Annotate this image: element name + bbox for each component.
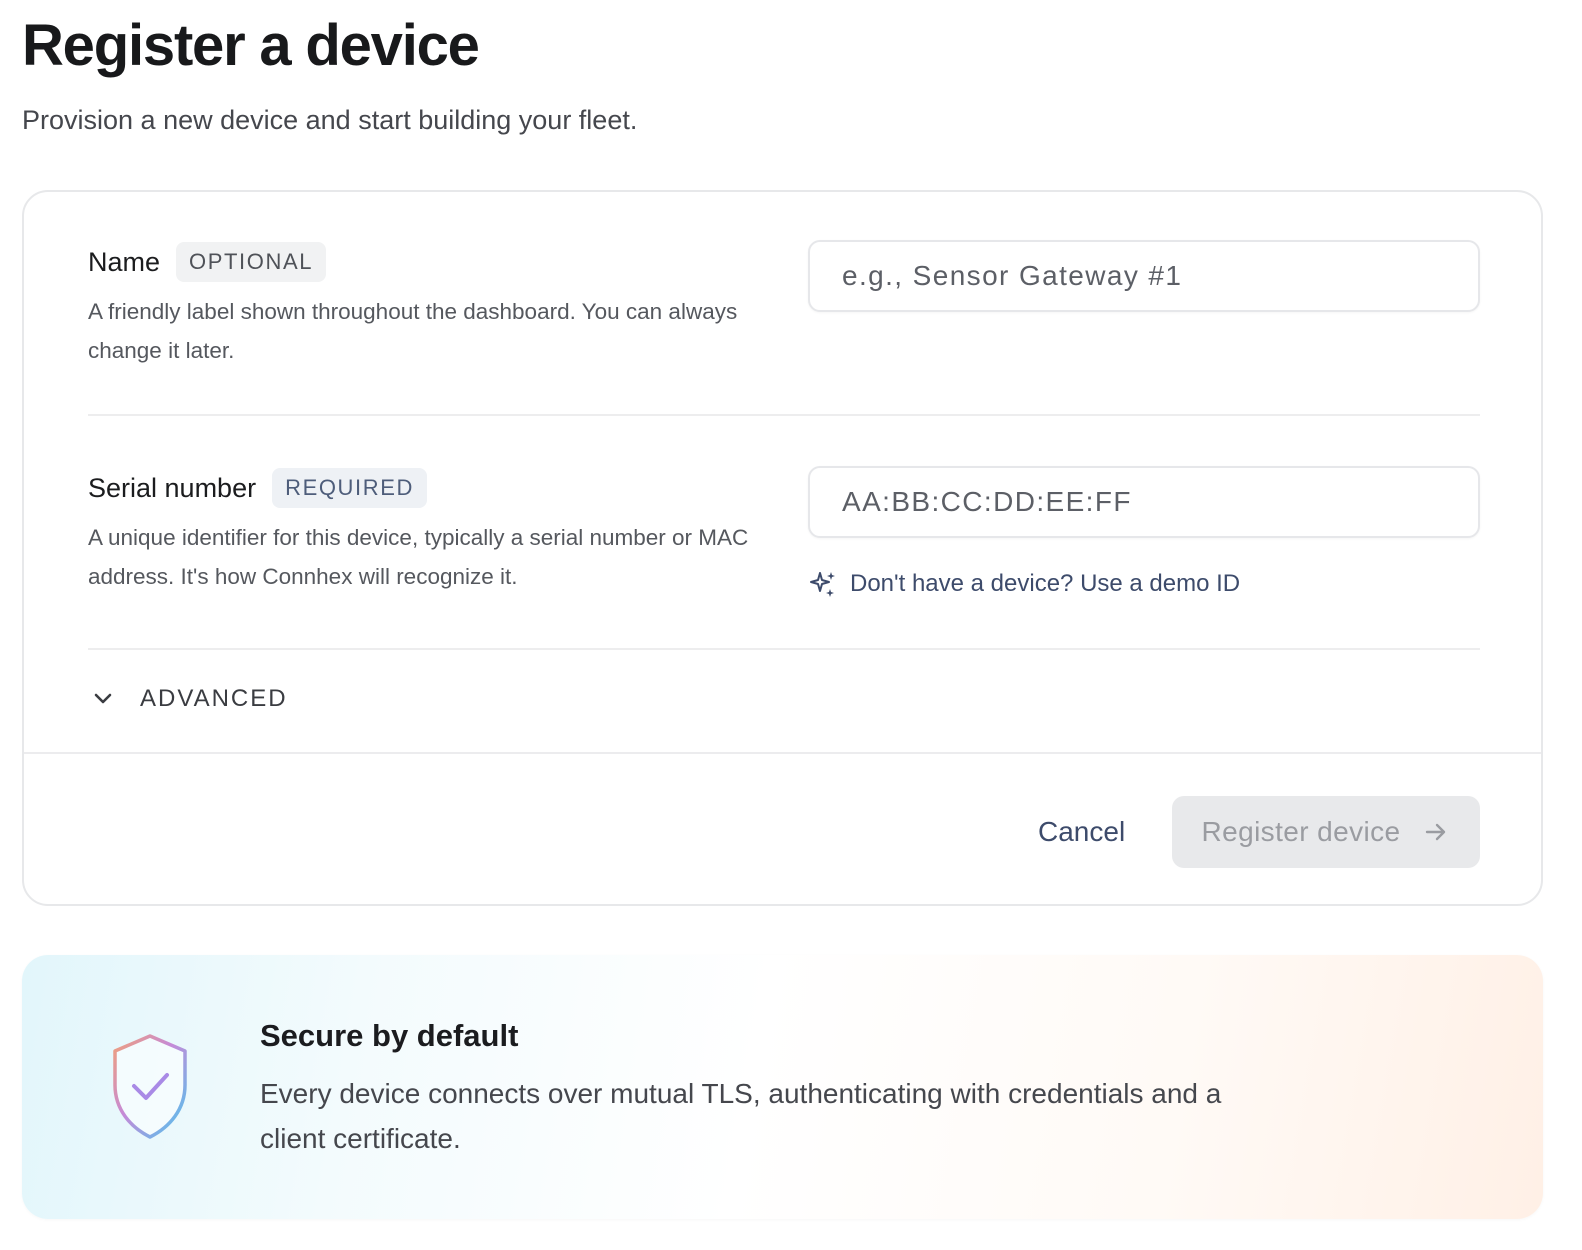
serial-label: Serial number: [88, 473, 257, 503]
secure-by-default-banner: Secure by default Every device connects …: [22, 955, 1543, 1219]
use-demo-id-link[interactable]: Don't have a device? Use a demo ID: [808, 566, 1240, 602]
serial-number-input[interactable]: [808, 466, 1480, 538]
register-device-page: Register a device Provision a new device…: [0, 0, 1582, 1250]
name-input[interactable]: [808, 240, 1480, 312]
register-form-card: Name OPTIONAL A friendly label shown thr…: [22, 190, 1543, 906]
register-device-label: Register device: [1201, 816, 1401, 847]
name-description: A friendly label shown throughout the da…: [88, 299, 738, 363]
name-field-row: Name OPTIONAL A friendly label shown thr…: [88, 240, 1480, 416]
advanced-label: ADVANCED: [140, 685, 288, 712]
use-demo-id-label: Don't have a device? Use a demo ID: [850, 570, 1241, 597]
register-device-button[interactable]: Register device: [1172, 796, 1480, 868]
serial-field-row: Serial number REQUIRED A unique identifi…: [88, 466, 1480, 650]
cancel-button[interactable]: Cancel: [1018, 796, 1145, 868]
shield-check-icon: [110, 1033, 190, 1143]
serial-description: A unique identifier for this device, typ…: [88, 525, 749, 589]
advanced-toggle[interactable]: ADVANCED: [88, 684, 288, 714]
name-label-group: Name OPTIONAL: [88, 240, 327, 284]
serial-label-group: Serial number REQUIRED: [88, 466, 428, 510]
chevron-down-icon: [88, 684, 118, 714]
form-footer: Cancel Register device: [24, 752, 1541, 906]
secure-banner-body: Every device connects over mutual TLS, a…: [260, 1078, 1222, 1154]
arrow-right-icon: [1422, 818, 1450, 846]
optional-badge: OPTIONAL: [176, 242, 327, 282]
page-title: Register a device: [22, 13, 480, 78]
name-label: Name: [88, 247, 161, 277]
required-badge: REQUIRED: [272, 468, 428, 508]
sparkle-icon: [808, 569, 838, 599]
secure-banner-title: Secure by default: [260, 1018, 519, 1053]
page-subtitle: Provision a new device and start buildin…: [22, 105, 638, 135]
